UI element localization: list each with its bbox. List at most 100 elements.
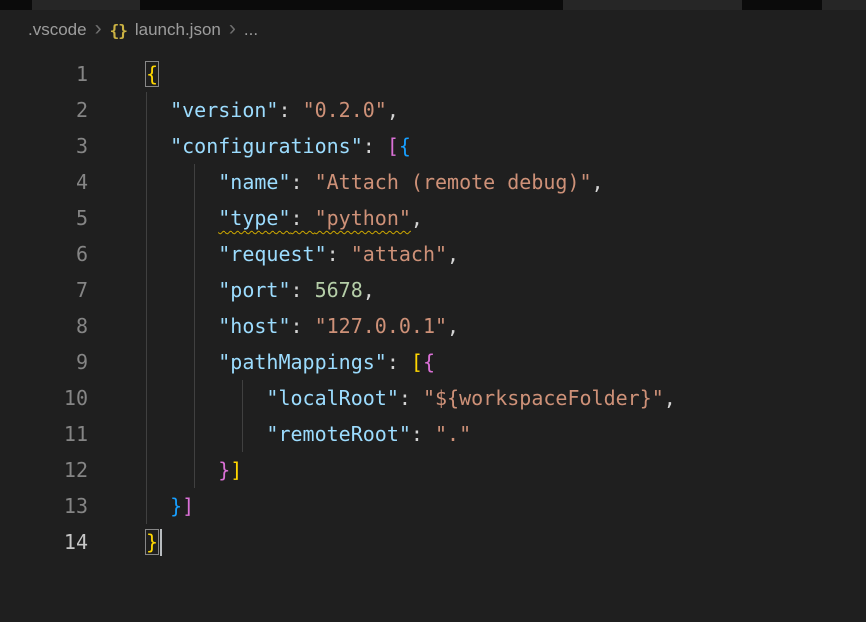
code-token xyxy=(146,494,170,518)
indent-guide xyxy=(242,416,243,452)
code-token: : xyxy=(291,278,315,302)
code-line[interactable]: 14} xyxy=(0,524,866,560)
indent-guide xyxy=(242,380,243,416)
indent-guide xyxy=(194,452,195,488)
code-token: : xyxy=(411,422,435,446)
line-number: 11 xyxy=(0,416,88,452)
code-token: , xyxy=(447,314,459,338)
code-line[interactable]: 11 "remoteRoot": "." xyxy=(0,416,866,452)
indent-guide xyxy=(146,416,147,452)
code-token: : xyxy=(291,170,315,194)
code-token: : xyxy=(387,350,411,374)
code-token: ] xyxy=(230,458,242,482)
code-line-content[interactable]: "type": "python", xyxy=(146,200,423,236)
code-line[interactable]: 5 "type": "python", xyxy=(0,200,866,236)
code-token: , xyxy=(592,170,604,194)
code-token: , xyxy=(447,242,459,266)
indent-guide xyxy=(146,92,147,128)
code-line[interactable]: 2 "version": "0.2.0", xyxy=(0,92,866,128)
tab-bar-strip xyxy=(0,0,866,10)
code-line-content[interactable]: "configurations": [{ xyxy=(146,128,411,164)
code-line-content[interactable]: "localRoot": "${workspaceFolder}", xyxy=(146,380,676,416)
line-number: 3 xyxy=(0,128,88,164)
code-token: "python" xyxy=(315,206,411,230)
indent-guide xyxy=(194,344,195,380)
code-line[interactable]: 6 "request": "attach", xyxy=(0,236,866,272)
code-line-content[interactable]: { xyxy=(146,56,158,92)
line-number: 7 xyxy=(0,272,88,308)
code-line-content[interactable]: "host": "127.0.0.1", xyxy=(146,308,459,344)
line-number: 12 xyxy=(0,452,88,488)
indent-guide xyxy=(194,164,195,200)
code-token xyxy=(146,350,218,374)
indent-guide xyxy=(146,452,147,488)
code-token: : xyxy=(278,98,302,122)
code-token xyxy=(146,170,218,194)
code-token xyxy=(146,134,170,158)
code-line[interactable]: 3 "configurations": [{ xyxy=(0,128,866,164)
code-token: : xyxy=(291,206,315,230)
code-token: "pathMappings" xyxy=(218,350,387,374)
code-line[interactable]: 10 "localRoot": "${workspaceFolder}", xyxy=(0,380,866,416)
indent-guide xyxy=(194,308,195,344)
indent-guide xyxy=(146,488,147,524)
code-token: "configurations" xyxy=(170,134,363,158)
code-token xyxy=(146,278,218,302)
code-line-content[interactable]: "version": "0.2.0", xyxy=(146,92,399,128)
code-token: "host" xyxy=(218,314,290,338)
code-line[interactable]: 4 "name": "Attach (remote debug)", xyxy=(0,164,866,200)
code-token xyxy=(146,422,266,446)
breadcrumb-more[interactable]: ... xyxy=(244,20,258,40)
code-line-content[interactable]: "port": 5678, xyxy=(146,272,375,308)
code-token: "type" xyxy=(218,206,290,230)
code-token xyxy=(146,314,218,338)
tab-strip-segment xyxy=(563,0,742,10)
code-token: : xyxy=(327,242,351,266)
indent-guide xyxy=(146,380,147,416)
line-number: 10 xyxy=(0,380,88,416)
code-token: "${workspaceFolder}" xyxy=(423,386,664,410)
code-token: "remoteRoot" xyxy=(266,422,411,446)
indent-guide xyxy=(146,236,147,272)
breadcrumb-folder[interactable]: .vscode xyxy=(28,20,87,40)
code-token: } xyxy=(170,494,182,518)
code-token xyxy=(146,242,218,266)
chevron-right-icon: › xyxy=(229,18,236,39)
code-token xyxy=(146,98,170,122)
code-token: "127.0.0.1" xyxy=(315,314,447,338)
code-line-content[interactable]: "request": "attach", xyxy=(146,236,459,272)
line-number: 1 xyxy=(0,56,88,92)
indent-guide xyxy=(194,200,195,236)
code-token xyxy=(146,206,218,230)
line-number: 14 xyxy=(0,524,88,560)
code-token xyxy=(146,458,218,482)
code-token: { xyxy=(399,134,411,158)
breadcrumb-file[interactable]: launch.json xyxy=(135,20,221,40)
code-line[interactable]: 1{ xyxy=(0,56,866,92)
indent-guide xyxy=(146,344,147,380)
line-number: 6 xyxy=(0,236,88,272)
indent-guide xyxy=(194,416,195,452)
line-number: 5 xyxy=(0,200,88,236)
code-token: , xyxy=(664,386,676,410)
code-token: , xyxy=(387,98,399,122)
code-token: [ xyxy=(387,134,399,158)
code-line-content[interactable]: }] xyxy=(146,452,242,488)
code-line-content[interactable]: "name": "Attach (remote debug)", xyxy=(146,164,604,200)
indent-guide xyxy=(146,200,147,236)
code-line[interactable]: 13 }] xyxy=(0,488,866,524)
code-line[interactable]: 12 }] xyxy=(0,452,866,488)
line-number: 9 xyxy=(0,344,88,380)
code-line[interactable]: 9 "pathMappings": [{ xyxy=(0,344,866,380)
code-line-content[interactable]: "remoteRoot": "." xyxy=(146,416,471,452)
code-editor[interactable]: 1{2 "version": "0.2.0",3 "configurations… xyxy=(0,50,866,560)
line-number: 4 xyxy=(0,164,88,200)
code-line[interactable]: 8 "host": "127.0.0.1", xyxy=(0,308,866,344)
code-token: "localRoot" xyxy=(266,386,398,410)
code-line-content[interactable]: } xyxy=(146,524,162,560)
code-line-content[interactable]: }] xyxy=(146,488,194,524)
line-number: 8 xyxy=(0,308,88,344)
code-line-content[interactable]: "pathMappings": [{ xyxy=(146,344,435,380)
code-line[interactable]: 7 "port": 5678, xyxy=(0,272,866,308)
tab-strip-segment xyxy=(32,0,140,10)
